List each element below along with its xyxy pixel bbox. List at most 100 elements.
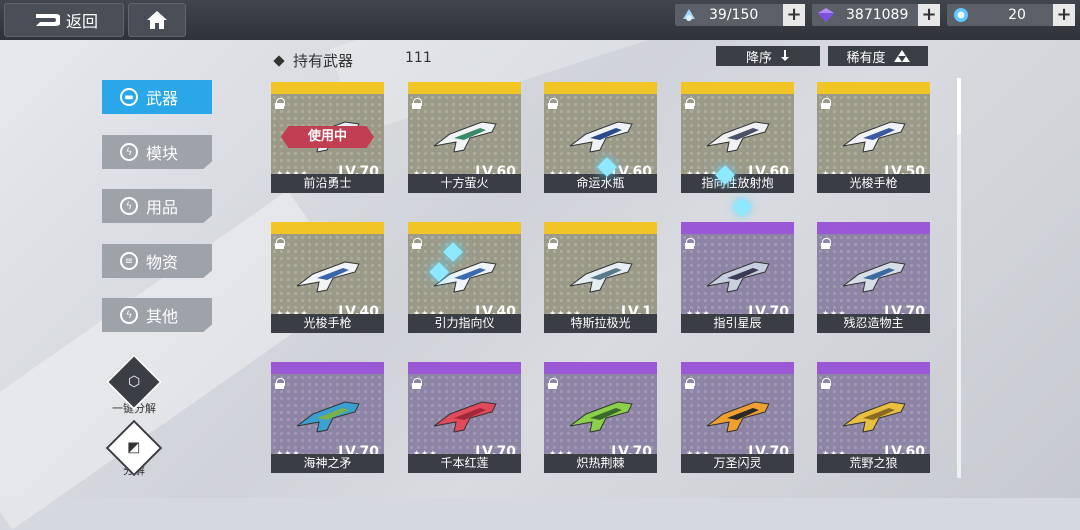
weapon-name: 命运水瓶 bbox=[544, 174, 657, 193]
lock-icon[interactable] bbox=[821, 238, 831, 249]
lightning-icon: ϟ bbox=[120, 197, 138, 215]
sort-order-label: 降序 bbox=[745, 50, 772, 66]
menu-supplies[interactable]: ≡ 物资 bbox=[102, 244, 212, 278]
menu-weapons-label: 武器 bbox=[146, 89, 179, 108]
lock-icon[interactable] bbox=[548, 378, 558, 389]
decompose-button[interactable]: ◩ 分解 bbox=[105, 419, 163, 478]
refine-level: +2 bbox=[775, 82, 791, 93]
stamina-value: 39/150 bbox=[709, 7, 759, 23]
weapon-card[interactable]: +2★★★★LV.60指向性放射炮 bbox=[681, 82, 794, 193]
weapon-card[interactable]: +3使用中★★★★LV.70前沿勇士 bbox=[271, 82, 384, 193]
weapon-card[interactable]: +3★★★LV.70千本红莲 bbox=[408, 362, 521, 473]
weapon-image bbox=[569, 401, 633, 433]
sort-rarity-label: 稀有度 bbox=[846, 50, 886, 66]
lock-icon[interactable] bbox=[275, 378, 285, 389]
lock-icon[interactable] bbox=[685, 238, 695, 249]
home-button[interactable] bbox=[128, 3, 186, 37]
sort-rarity-button[interactable]: 稀有度 bbox=[828, 46, 928, 66]
weapon-card[interactable]: +3★★★LV.70万圣闪灵 bbox=[681, 362, 794, 473]
home-icon bbox=[147, 11, 167, 29]
weapon-image bbox=[569, 261, 633, 293]
weapon-type-icon bbox=[825, 223, 851, 232]
gun-icon: ▬ bbox=[120, 88, 138, 106]
lock-icon[interactable] bbox=[685, 98, 695, 109]
lock-icon[interactable] bbox=[548, 238, 558, 249]
weapon-card[interactable]: ★★★★LV.1特斯拉极光 bbox=[544, 222, 657, 333]
energy-value: 20 bbox=[1008, 7, 1026, 23]
lightning-icon: ϟ bbox=[120, 143, 138, 161]
weapon-card[interactable]: +2★★★LV.60荒野之狼 bbox=[817, 362, 930, 473]
weapon-card[interactable]: +1★★★★LV.50光梭手枪 bbox=[817, 82, 930, 193]
menu-items[interactable]: ϟ 用品 bbox=[102, 189, 212, 223]
weapon-image bbox=[706, 261, 770, 293]
menu-supplies-label: 物资 bbox=[146, 253, 179, 272]
weapon-image bbox=[842, 401, 906, 433]
weapon-image bbox=[706, 121, 770, 153]
weapon-type-icon bbox=[825, 83, 851, 92]
lock-icon[interactable] bbox=[412, 378, 422, 389]
weapon-name: 光梭手枪 bbox=[817, 174, 930, 193]
refine-level: +3 bbox=[775, 222, 791, 233]
weapon-card[interactable]: +3★★★LV.70炽热荆棘 bbox=[544, 362, 657, 473]
weapon-type-icon bbox=[416, 83, 442, 92]
inventory-header: 持有武器 bbox=[273, 50, 353, 71]
energy-icon bbox=[947, 4, 975, 26]
lock-icon[interactable] bbox=[412, 238, 422, 249]
weapon-type-icon bbox=[825, 363, 851, 372]
weapon-card[interactable]: +2★★★★LV.60命运水瓶 bbox=[544, 82, 657, 193]
weapon-image bbox=[433, 121, 497, 153]
weapon-type-icon bbox=[689, 363, 715, 372]
back-arrow-icon bbox=[35, 14, 60, 26]
lock-icon[interactable] bbox=[412, 98, 422, 109]
weapon-card[interactable]: +3★★★LV.70海神之矛 bbox=[271, 362, 384, 473]
diamond-bullet-icon bbox=[273, 54, 285, 67]
weapon-type-icon bbox=[552, 223, 578, 232]
weapon-image bbox=[842, 261, 906, 293]
back-button[interactable]: 返回 bbox=[4, 3, 124, 37]
menu-modules-label: 模块 bbox=[146, 144, 179, 163]
weapon-name: 指向性放射炮 bbox=[681, 174, 794, 193]
arrow-down-icon bbox=[781, 50, 789, 61]
add-energy-button[interactable]: + bbox=[1053, 4, 1075, 26]
lock-icon[interactable] bbox=[821, 378, 831, 389]
lock-icon[interactable] bbox=[275, 238, 285, 249]
auto-decompose-button[interactable]: ⬡ 一键分解 bbox=[105, 353, 163, 416]
menu-others-label: 其他 bbox=[146, 307, 179, 326]
weapon-image bbox=[296, 401, 360, 433]
weapon-type-icon bbox=[279, 223, 305, 232]
refine-level: +2 bbox=[638, 82, 654, 93]
weapon-count: 111 bbox=[405, 50, 432, 66]
top-bar: 返回 39/150 + 3871089 + 20 + bbox=[0, 0, 1080, 40]
energy-resource: 20 + bbox=[947, 4, 1075, 26]
scrollbar-track[interactable] bbox=[957, 78, 961, 478]
in-use-badge: 使用中 bbox=[281, 126, 374, 148]
scrollbar-thumb[interactable] bbox=[957, 78, 961, 134]
weapon-image bbox=[842, 121, 906, 153]
lock-icon[interactable] bbox=[275, 98, 285, 109]
weapon-card[interactable]: +3★★★LV.70残忍造物主 bbox=[817, 222, 930, 333]
menu-weapons[interactable]: ▬ 武器 bbox=[102, 80, 212, 114]
menu-others[interactable]: ϟ 其他 bbox=[102, 298, 212, 332]
weapon-name: 千本红莲 bbox=[408, 454, 521, 473]
weapon-name: 引力指向仪 bbox=[408, 314, 521, 333]
weapon-type-icon bbox=[689, 83, 715, 92]
weapon-name: 残忍造物主 bbox=[817, 314, 930, 333]
weapon-card[interactable]: +3★★★LV.70指引星辰 bbox=[681, 222, 794, 333]
menu-items-label: 用品 bbox=[146, 198, 179, 217]
weapon-type-icon bbox=[416, 363, 442, 372]
weapon-card[interactable]: +2★★★★LV.60十方萤火 bbox=[408, 82, 521, 193]
crystal-icon bbox=[812, 4, 840, 26]
menu-modules[interactable]: ϟ 模块 bbox=[102, 135, 212, 169]
weapon-type-icon bbox=[279, 83, 305, 92]
lock-icon[interactable] bbox=[821, 98, 831, 109]
lock-icon[interactable] bbox=[548, 98, 558, 109]
lock-icon[interactable] bbox=[685, 378, 695, 389]
weapon-card[interactable]: ★★★★LV.40光梭手枪 bbox=[271, 222, 384, 333]
add-crystal-button[interactable]: + bbox=[918, 4, 940, 26]
add-stamina-button[interactable]: + bbox=[783, 4, 805, 26]
weapon-type-icon bbox=[279, 363, 305, 372]
weapon-card[interactable]: ★★★★LV.40引力指向仪 bbox=[408, 222, 521, 333]
refine-level: +3 bbox=[638, 362, 654, 373]
sort-order-button[interactable]: 降序 bbox=[716, 46, 820, 66]
refine-level: +3 bbox=[911, 222, 927, 233]
